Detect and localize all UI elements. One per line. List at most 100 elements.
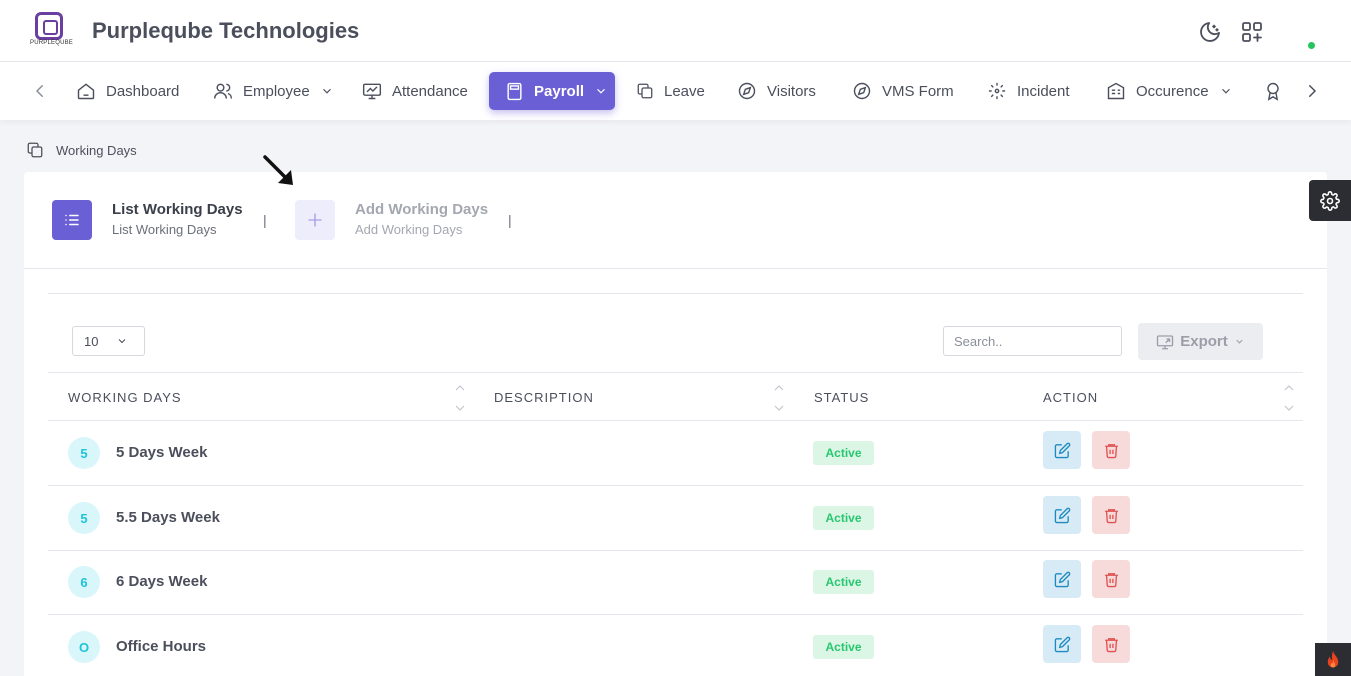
row-avatar: 5	[68, 502, 100, 534]
nav-label: VMS Form	[882, 82, 954, 100]
nav-label: Leave	[664, 82, 705, 100]
logo-text: PURPLEQUBE	[30, 40, 74, 46]
delete-button[interactable]	[1092, 496, 1130, 534]
column-header-description[interactable]: DESCRIPTION	[494, 390, 594, 405]
breadcrumb-label: Working Days	[56, 142, 137, 158]
plus-icon	[308, 213, 322, 227]
sort-icon[interactable]	[455, 384, 465, 412]
row-avatar: 6	[68, 566, 100, 598]
chevron-down-icon	[1236, 339, 1243, 344]
table-row: 5 5 Days Week Active	[48, 421, 1303, 486]
edit-icon	[1054, 507, 1070, 523]
chevron-down-icon	[322, 88, 331, 94]
edit-icon	[1054, 571, 1070, 587]
tab-subtitle: List Working Days	[112, 222, 217, 237]
tab-subtitle: Add Working Days	[355, 222, 463, 237]
nav-label: Visitors	[767, 82, 816, 100]
trash-icon	[1104, 443, 1118, 458]
export-monitor-icon	[1157, 334, 1174, 349]
copy-icon	[637, 83, 653, 99]
edit-button[interactable]	[1043, 431, 1081, 469]
edit-icon	[1054, 442, 1070, 458]
company-name: Purpleqube Technologies	[92, 18, 360, 43]
trash-icon	[1104, 637, 1118, 652]
row-working-days-name: Office Hours	[116, 638, 207, 655]
home-icon	[77, 83, 95, 100]
nav-label: Incident	[1017, 82, 1070, 100]
row-avatar: O	[68, 631, 100, 663]
compass-icon	[738, 82, 756, 100]
nav-label: Dashboard	[106, 82, 180, 100]
nav-item-vms-form[interactable]: VMS Form	[842, 72, 964, 110]
edit-button[interactable]	[1043, 560, 1081, 598]
online-status-dot	[1308, 42, 1315, 49]
theme-settings-toggle[interactable]	[1309, 180, 1351, 221]
column-header-action: ACTION	[1043, 390, 1099, 405]
nav-item-award[interactable]	[1253, 72, 1293, 110]
tab-title[interactable]: List Working Days	[112, 201, 243, 218]
flame-icon	[1327, 650, 1339, 667]
breadcrumb: Working Days	[26, 141, 137, 159]
nav-scroll-left-icon[interactable]	[31, 82, 49, 100]
gear-icon	[1320, 190, 1340, 211]
tab-bar: List Working Days List Working Days | Ad…	[24, 172, 1327, 269]
focus-icon	[988, 82, 1006, 100]
nav-item-visitors[interactable]: Visitors	[727, 72, 826, 110]
table-row: O Office Hours Active	[48, 615, 1303, 676]
buy-now-widget[interactable]	[1315, 643, 1351, 676]
company-logo[interactable]: PURPLEQUBE	[30, 11, 74, 51]
status-badge: Active	[813, 506, 874, 530]
column-header-status: STATUS	[814, 390, 870, 405]
nav-item-occurence[interactable]: Occurence	[1096, 72, 1243, 110]
row-working-days-name: 6 Days Week	[116, 573, 208, 590]
top-header: PURPLEQUBE Purpleqube Technologies	[0, 0, 1351, 62]
delete-button[interactable]	[1092, 625, 1130, 663]
apps-add-icon[interactable]	[1240, 20, 1264, 44]
trash-icon	[1104, 508, 1118, 523]
chevron-down-icon	[597, 88, 605, 94]
tab-title[interactable]: Add Working Days	[355, 201, 488, 218]
column-header-working-days[interactable]: WORKING DAYS	[68, 390, 182, 405]
nav-label: Occurence	[1136, 82, 1209, 100]
trash-icon	[1104, 572, 1118, 587]
cursor-arrow-icon	[263, 155, 293, 185]
main-nav: Dashboard Employee Attendance Payroll Le…	[0, 62, 1351, 120]
nav-label: Payroll	[534, 82, 585, 100]
page-length-value: 10	[84, 333, 99, 349]
calculator-icon	[507, 82, 522, 100]
logo-mark	[35, 12, 63, 40]
page-length-select[interactable]: 10	[72, 326, 145, 356]
row-avatar: 5	[68, 437, 100, 469]
nav-item-dashboard[interactable]: Dashboard	[66, 72, 189, 110]
tab-separator: |	[263, 212, 267, 228]
search-input[interactable]	[943, 326, 1122, 356]
export-label: Export	[1180, 333, 1228, 350]
chevron-down-icon	[119, 339, 126, 344]
nav-item-incident[interactable]: Incident	[977, 72, 1080, 110]
row-working-days-name: 5.5 Days Week	[116, 509, 220, 526]
nav-item-attendance[interactable]: Attendance	[352, 72, 478, 110]
nav-label: Employee	[243, 82, 310, 100]
chevron-down-icon	[1221, 88, 1230, 94]
export-button[interactable]: Export	[1138, 323, 1263, 360]
nav-label: Attendance	[392, 82, 468, 100]
nav-scroll-right-icon[interactable]	[1303, 82, 1321, 100]
delete-button[interactable]	[1092, 560, 1130, 598]
moon-icon[interactable]	[1198, 20, 1222, 44]
sort-icon[interactable]	[774, 384, 784, 412]
nav-item-payroll[interactable]: Payroll	[489, 72, 615, 110]
sort-icon[interactable]	[1284, 384, 1294, 412]
tab-add-working-days[interactable]	[295, 200, 335, 240]
edit-button[interactable]	[1043, 625, 1081, 663]
nav-item-leave[interactable]: Leave	[626, 72, 715, 110]
delete-button[interactable]	[1092, 431, 1130, 469]
tab-list-working-days[interactable]	[52, 200, 92, 240]
nav-item-employee[interactable]: Employee	[203, 72, 344, 110]
building-icon	[1107, 82, 1125, 100]
copy-icon	[27, 142, 43, 158]
monitor-chart-icon	[362, 83, 382, 100]
status-badge: Active	[813, 441, 874, 465]
tab-separator: |	[508, 212, 512, 228]
list-icon	[65, 214, 79, 226]
edit-button[interactable]	[1043, 496, 1081, 534]
